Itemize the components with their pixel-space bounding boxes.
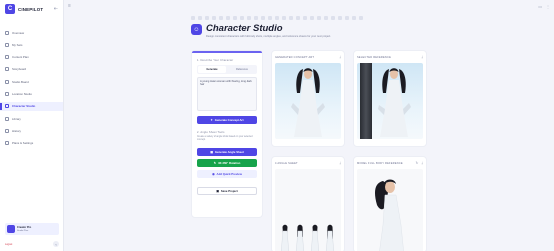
sidebar-item-label: Storyboard [12,67,27,72]
more-icon[interactable]: ⋮ [546,4,550,9]
home-icon [5,30,9,35]
folder-icon [5,42,9,47]
sidebar-item-label: History [12,128,21,133]
button-label: 4K 360° Rotation [218,161,241,165]
control-panel: 1. Describe Your Character Generate Refe… [191,50,263,218]
sidebar-item-label: My Sets [12,42,23,47]
character-figure-icon [378,68,411,137]
page-subtitle: Design consistent characters with full-b… [206,35,331,38]
clock-icon [5,128,9,133]
eye-icon: ◉ [212,172,215,176]
sidebar-item-history[interactable]: History [0,126,63,135]
download-icon[interactable]: ⤓ [421,161,423,165]
character-profile-icon [375,179,404,251]
reference-image[interactable] [357,63,423,139]
save-icon: ▣ [216,189,219,193]
download-icon[interactable]: ⤓ [339,161,341,165]
angle-figures-icon [280,224,335,251]
user-name: Creator Pro [17,226,32,229]
page-title: Character Studio [206,23,283,34]
window-icon[interactable]: ▭ [538,4,542,9]
refresh-icon[interactable]: ↻ [416,161,419,165]
sidebar-item-content-plan[interactable]: Content Plan [0,53,63,62]
user-plan: Studio Plan [17,230,29,232]
brand: C CINEPILOT ⇤ [0,0,63,18]
concept-image[interactable] [275,63,341,139]
menu-icon[interactable]: ≡ [68,3,71,9]
section-label: 1. Describe Your Character [197,59,234,62]
generate-angle-button[interactable]: ▦ Generate Angle Sheet [197,148,257,156]
avatar [7,225,15,233]
mode-tabs: Generate Reference [197,65,257,74]
button-label: Save Project [220,189,238,193]
angle-sheet-card: 4 ANGLE SHEET ⤓ [271,156,345,251]
sidebar-item-label: Content Plan [12,55,29,60]
generate-concept-button[interactable]: ✦ Generate Concept Art [197,116,257,124]
sidebar-item-character-studio[interactable]: Character Studio [0,101,63,111]
quick-preview-button[interactable]: ◉ Add Quick Preview [197,170,257,178]
sparkle-icon: ✦ [210,118,213,122]
card-title: 4 ANGLE SHEET [275,161,298,165]
logout-row: Logout ‹ [5,241,59,247]
sidebar-item-overview[interactable]: Overview [0,28,63,37]
sidebar-item-label: Studio Board [12,79,29,84]
rotate-icon: ↻ [213,161,217,165]
sidebar-item-storyboard[interactable]: Storyboard [0,65,63,74]
card-title: MODEL FULL BODY REFERENCE [357,161,403,165]
concept-art-card: GENERATED CONCEPT ART ⤓ [271,50,345,147]
sidebar-item-label: Location Studio [12,91,32,96]
section-label: 2. Angle Sheet Tools [197,131,225,134]
user-card[interactable]: Creator Pro Studio Plan [5,223,59,235]
button-label: Generate Concept Art [214,118,244,122]
prompt-textarea[interactable]: A young Asian woman with flowing, long d… [197,77,257,111]
full-body-image[interactable] [357,169,423,251]
sidebar-item-label: Character Studio [12,104,36,109]
sidebar-item-studio-board[interactable]: Studio Board [0,77,63,86]
card-title: SELECTED REFERENCE [357,55,392,59]
sidebar-nav: Overview My Sets Content Plan Storyboard… [0,28,63,148]
sidebar-item-library[interactable]: Library [0,114,63,123]
gear-icon [5,141,9,146]
tab-generate[interactable]: Generate [198,66,226,73]
brand-logo: C [5,4,15,14]
angle-sheet-image[interactable] [275,169,341,251]
logout-button[interactable]: Logout [5,243,12,246]
help-text: Create a variety of angle shots based on… [197,136,253,141]
rotation-button[interactable]: ↻ 4K 360° Rotation [197,159,257,167]
sidebar-toggle-icon[interactable]: ⇤ [54,6,58,12]
page-header: ☺ Character Studio Design consistent cha… [191,24,346,38]
sidebar-item-plans-settings[interactable]: Plans & Settings [0,139,63,148]
sidebar-item-my-sets[interactable]: My Sets [0,40,63,49]
sidebar-item-label: Library [12,116,21,121]
sidebar-item-label: Overview [12,30,25,35]
button-label: Generate Angle Sheet [214,150,244,154]
topbar: ≡ ▭ ⋮ [64,0,554,12]
save-project-button[interactable]: ▣ Save Project [197,187,257,195]
location-icon [5,91,9,96]
user-icon [5,104,9,109]
card-title: GENERATED CONCEPT ART [275,55,315,59]
download-icon[interactable]: ⤓ [421,55,423,59]
grid-icon [5,67,9,72]
button-label: Add Quick Preview [216,172,242,176]
selected-reference-card: SELECTED REFERENCE ⤓ [353,50,427,147]
character-figure-icon [291,68,325,137]
sidebar: C CINEPILOT ⇤ Overview My Sets Content P… [0,0,64,251]
download-icon[interactable]: ⤓ [339,55,341,59]
sidebar-item-location-studio[interactable]: Location Studio [0,89,63,98]
character-icon: ☺ [191,24,202,35]
collapse-icon[interactable]: ‹ [53,241,59,247]
tab-reference[interactable]: Reference [228,66,256,73]
board-icon [5,79,9,84]
brand-name: CINEPILOT [18,6,44,12]
sidebar-item-label: Plans & Settings [12,141,34,146]
full-body-reference-card: MODEL FULL BODY REFERENCE ↻ ⤓ [353,156,427,251]
grid-icon: ▦ [210,150,213,154]
document-icon [5,55,9,60]
library-icon [5,116,9,121]
